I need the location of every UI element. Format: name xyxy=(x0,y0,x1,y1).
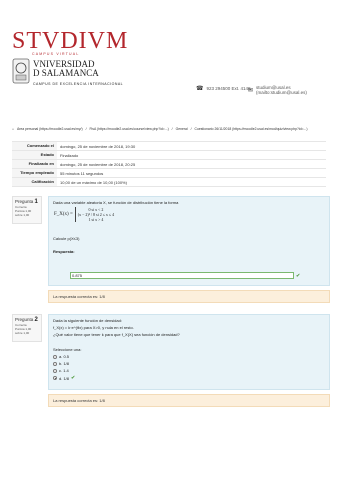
question-2: Pregunta 2 Correcta Puntúa 1,00 sobre 1,… xyxy=(12,314,330,434)
option-label: b. 1/8 xyxy=(59,361,70,366)
question-2-points: Puntúa 1,00 sobre 1,00 xyxy=(15,327,32,335)
option-c[interactable]: c. 1.4 xyxy=(53,368,325,373)
summary-value: Finalizado xyxy=(60,152,79,158)
breadcrumb-item-course[interactable]: FisA (https://moodle2.usal.es/course/vie… xyxy=(89,127,168,131)
university-name-line2: D SALAMANCA xyxy=(33,68,99,78)
summary-row: Finalizado en domingo, 25 de noviembre d… xyxy=(12,160,326,169)
question-1-answer-line: Respuesta: xyxy=(53,249,325,254)
option-b[interactable]: b. 1/8 xyxy=(53,361,325,366)
option-label: a. 0.5 xyxy=(59,354,70,359)
correct-check-icon: ✔ xyxy=(71,375,76,381)
formula-cases: 0 si x < 2 (x − 2)² / 8 si 2 ≤ x ≤ 4 1 s… xyxy=(74,207,114,222)
question-2-feedback: La respuesta correcta es: 1/8 xyxy=(48,394,330,407)
question-2-formulation: Dada la siguiente función de densidad: f… xyxy=(48,314,330,390)
question-2-line3: ¿Qué valor tiene que tener k para que f_… xyxy=(53,332,180,337)
answer-label: Respuesta: xyxy=(53,249,75,254)
question-1-formulation: Dada una variable aleatoria X, se funció… xyxy=(48,196,330,286)
summary-value: 10,00 de un máximo de 10,00 (100%) xyxy=(60,179,127,185)
answer-input[interactable]: 0.875 xyxy=(70,272,294,279)
breadcrumb-sep: / xyxy=(171,127,173,131)
summary-label: Finalizado en xyxy=(12,160,57,168)
summary-value: domingo, 25 de noviembre de 2018, 20:25 xyxy=(60,161,136,167)
summary-row: Comenzado el domingo, 25 de noviembre de… xyxy=(12,142,326,151)
breadcrumb-item-home[interactable]: Área personal (https://moodle2.usal.es/m… xyxy=(17,127,83,131)
breadcrumb-sep: / xyxy=(190,127,192,131)
option-a[interactable]: a. 0.5 xyxy=(53,354,325,359)
breadcrumb-item-general[interactable]: General xyxy=(176,127,188,131)
site-header: STVDIVM CAMPUS VIRTUAL VNIVERSIDAD D SAL… xyxy=(0,0,339,118)
radio-a[interactable] xyxy=(53,354,57,359)
breadcrumb-sep: / xyxy=(85,127,87,131)
summary-row: Tiempo empleado 55 minutos 11 segundos xyxy=(12,169,326,178)
studium-logo-text: STVDIVM xyxy=(12,28,129,54)
attempt-summary-table: Comenzado el domingo, 25 de noviembre de… xyxy=(12,141,326,187)
question-1-ask: Calcule p(X≤3) xyxy=(53,236,80,241)
contact-email[interactable]: ✉ studium@usal.es (mailto:studium@usal.e… xyxy=(248,85,339,95)
answer-field-wrap: 0.875 ✔ xyxy=(70,272,320,279)
option-d[interactable]: d. 1/8 ✔ xyxy=(53,375,325,381)
radio-b[interactable] xyxy=(53,361,57,366)
university-name: VNIVERSIDAD D SALAMANCA CAMPUS DE EXCELE… xyxy=(33,60,123,89)
correct-check-icon: ✔ xyxy=(296,272,301,279)
question-prefix: Pregunta xyxy=(15,199,34,204)
summary-label: Calificación xyxy=(12,178,57,186)
contact-phone: ☎ 923 294500 Ext. 4148 xyxy=(196,85,251,92)
question-1-formula: F_X(x) = 0 si x < 2 (x − 2)² / 8 si 2 ≤ … xyxy=(54,207,325,222)
option-label: c. 1.4 xyxy=(59,368,69,373)
summary-row: Estado Finalizado xyxy=(12,151,326,160)
radio-d[interactable] xyxy=(53,376,57,380)
question-2-text: Dada la siguiente función de densidad: xyxy=(53,318,122,323)
radio-c[interactable] xyxy=(53,368,57,373)
phone-icon: ☎ xyxy=(196,86,204,92)
formula-case: 1 si x > 4 xyxy=(88,217,104,222)
summary-label: Tiempo empleado xyxy=(12,169,57,177)
studium-logo[interactable]: STVDIVM CAMPUS VIRTUAL xyxy=(12,28,129,56)
university-subtitle: CAMPUS DE EXCELENCIA INTERNACIONAL xyxy=(33,82,124,86)
question-2-info: Pregunta 2 Correcta Puntúa 1,00 sobre 1,… xyxy=(12,314,42,342)
question-1: Pregunta 1 Correcta Puntúa 1,00 sobre 1,… xyxy=(12,196,330,306)
breadcrumb: ⌂ Área personal (https://moodle2.usal.es… xyxy=(12,127,332,131)
question-1-text: Dada una variable aleatoria X, se funció… xyxy=(53,200,179,205)
question-1-feedback: La respuesta correcta es: 1/8 xyxy=(48,290,330,303)
question-1-content: Dada una variable aleatoria X, se funció… xyxy=(48,196,330,303)
summary-value: 55 minutos 11 segundos xyxy=(60,170,104,176)
email-link[interactable]: studium@usal.es (mailto:studium@usal.es) xyxy=(256,85,339,95)
envelope-icon: ✉ xyxy=(248,87,254,94)
question-2-content: Dada la siguiente función de densidad: f… xyxy=(48,314,330,407)
breadcrumb-item-quiz[interactable]: Cuestionario 26/11/2018 (https://moodle2… xyxy=(195,127,308,131)
home-icon: ⌂ xyxy=(12,127,15,131)
question-prefix: Pregunta xyxy=(15,317,34,322)
question-2-line2: f_X(x) = k·e^(θx) para X>0, y nula en el… xyxy=(53,325,134,330)
question-number: 2 xyxy=(34,317,38,323)
option-label: d. 1/8 xyxy=(59,375,70,381)
summary-label: Comenzado el xyxy=(12,142,57,150)
summary-row: Calificación 10,00 de un máximo de 10,00… xyxy=(12,178,326,187)
formula-lhs: F_X(x) = xyxy=(54,212,73,217)
question-1-points: Puntúa 1,00 sobre 1,00 xyxy=(15,209,32,217)
university-crest-icon xyxy=(12,58,30,84)
summary-value: domingo, 25 de noviembre de 2018, 19:30 xyxy=(60,143,136,149)
phone-text: 923 294500 Ext. 4148 xyxy=(206,86,251,91)
question-1-info: Pregunta 1 Correcta Puntúa 1,00 sobre 1,… xyxy=(12,196,42,224)
summary-label: Estado xyxy=(12,151,57,159)
select-label: Seleccione una: xyxy=(53,347,82,352)
question-number: 1 xyxy=(34,199,38,205)
